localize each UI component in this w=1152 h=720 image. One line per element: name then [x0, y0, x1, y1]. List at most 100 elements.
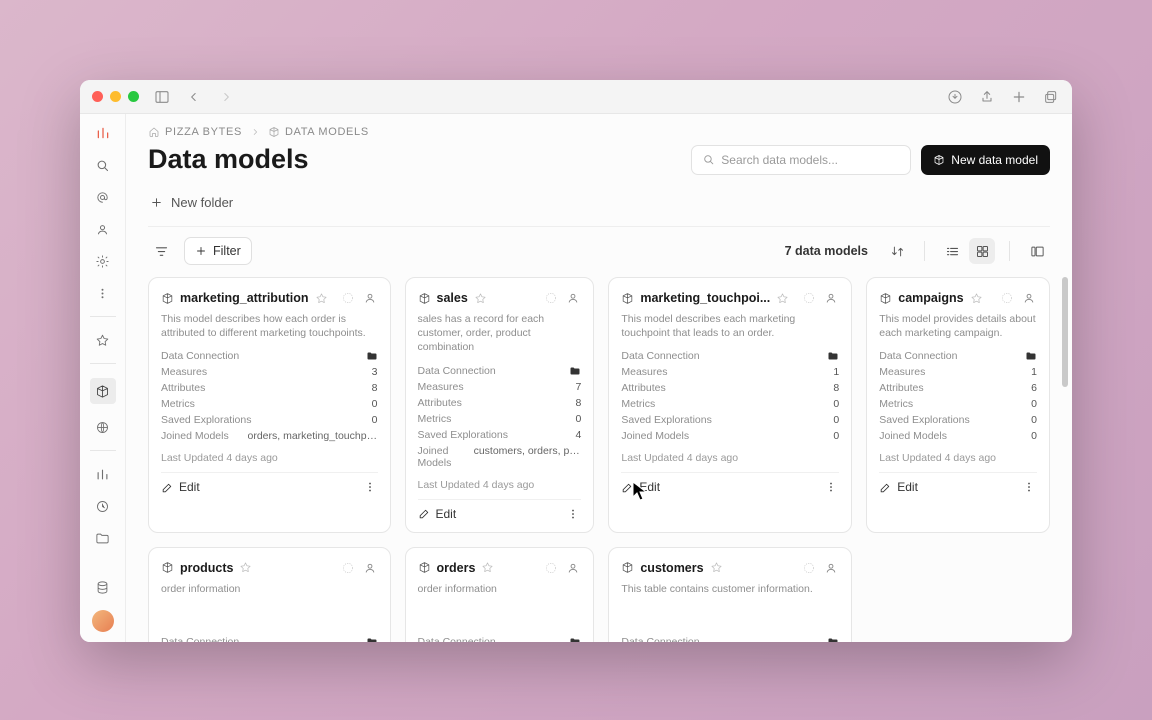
recent-nav-icon[interactable]	[94, 497, 112, 515]
card-menu-button[interactable]	[565, 506, 581, 522]
edit-button[interactable]: Edit	[161, 480, 200, 494]
settings-nav-icon[interactable]	[94, 252, 112, 270]
close-window-button[interactable]	[92, 91, 103, 102]
favorite-button[interactable]	[481, 561, 494, 574]
metrics-label: Metrics	[621, 398, 655, 410]
favorite-button[interactable]	[474, 292, 487, 305]
folder-icon	[827, 636, 839, 642]
model-card[interactable]: marketing_attribution This model describ…	[148, 277, 391, 533]
breadcrumb-section[interactable]: DATA MODELS	[268, 126, 369, 138]
owner-icon[interactable]	[565, 290, 581, 306]
more-nav-icon[interactable]	[94, 284, 112, 302]
measures-label: Measures	[161, 366, 207, 378]
scrollbar[interactable]	[1062, 277, 1068, 642]
card-menu-button[interactable]	[362, 479, 378, 495]
mentions-nav-icon[interactable]	[94, 188, 112, 206]
cube-icon	[879, 292, 892, 305]
edit-button[interactable]: Edit	[879, 480, 918, 494]
user-avatar[interactable]	[92, 610, 114, 632]
people-nav-icon[interactable]	[94, 220, 112, 238]
model-card[interactable]: campaigns This model provides details ab…	[866, 277, 1050, 533]
edit-button[interactable]: Edit	[418, 507, 457, 521]
owner-icon[interactable]	[565, 560, 581, 576]
nav-forward-button[interactable]	[217, 88, 235, 106]
folders-nav-icon[interactable]	[94, 529, 112, 547]
list-view-button[interactable]	[939, 238, 965, 264]
status-icon	[340, 560, 356, 576]
owner-icon[interactable]	[823, 290, 839, 306]
maximize-window-button[interactable]	[128, 91, 139, 102]
measures-value: 1	[1031, 366, 1037, 378]
dataconn-label: Data Connection	[879, 350, 957, 362]
scroll-thumb[interactable]	[1062, 277, 1068, 387]
sort-button[interactable]	[884, 238, 910, 264]
model-card[interactable]: orders order information Data Connection…	[405, 547, 595, 642]
main-content: PIZZA BYTES DATA MODELS Data models Sear…	[126, 114, 1072, 642]
measures-value: 1	[833, 366, 839, 378]
globe-nav-icon[interactable]	[94, 418, 112, 436]
owner-icon[interactable]	[362, 290, 378, 306]
grid-view-button[interactable]	[969, 238, 995, 264]
model-card[interactable]: products order information Data Connecti…	[148, 547, 391, 642]
owner-icon[interactable]	[362, 560, 378, 576]
favorite-button[interactable]	[776, 292, 789, 305]
filter-button[interactable]: Filter	[184, 237, 252, 265]
model-card[interactable]: customers This table contains customer i…	[608, 547, 852, 642]
card-description: This table contains customer information…	[621, 582, 839, 608]
metrics-value: 0	[833, 398, 839, 410]
tabs-button[interactable]	[1042, 88, 1060, 106]
charts-nav-icon[interactable]	[94, 465, 112, 483]
card-description: This model describes each marketing touc…	[621, 312, 839, 340]
status-icon	[801, 560, 817, 576]
card-title: customers	[640, 561, 703, 575]
favorite-button[interactable]	[710, 561, 723, 574]
favorite-button[interactable]	[239, 561, 252, 574]
cube-icon	[161, 292, 174, 305]
joined-label: Joined Models	[621, 430, 689, 442]
data-models-nav-icon[interactable]	[90, 378, 116, 404]
download-button[interactable]	[946, 88, 964, 106]
model-card[interactable]: marketing_touchpoi... This model describ…	[608, 277, 852, 533]
joined-label: Joined Models	[161, 430, 229, 442]
new-tab-button[interactable]	[1010, 88, 1028, 106]
saved-label: Saved Explorations	[161, 414, 251, 426]
cards-grid: marketing_attribution This model describ…	[126, 277, 1072, 642]
owner-icon[interactable]	[823, 560, 839, 576]
attributes-value: 6	[1031, 382, 1037, 394]
owner-icon[interactable]	[1021, 290, 1037, 306]
cube-icon	[161, 561, 174, 574]
status-icon	[340, 290, 356, 306]
edit-icon	[418, 507, 431, 520]
folder-icon	[1025, 350, 1037, 362]
card-menu-button[interactable]	[823, 479, 839, 495]
card-description: This model describes how each order is a…	[161, 312, 378, 340]
status-icon	[543, 560, 559, 576]
favorites-nav-icon[interactable]	[94, 331, 112, 349]
favorite-button[interactable]	[970, 292, 983, 305]
new-data-model-button[interactable]: New data model	[921, 145, 1050, 175]
search-nav-icon[interactable]	[94, 156, 112, 174]
sidebar-toggle-button[interactable]	[153, 88, 171, 106]
saved-label: Saved Explorations	[418, 429, 508, 441]
nav-back-button[interactable]	[185, 88, 203, 106]
saved-label: Saved Explorations	[879, 414, 969, 426]
new-folder-button[interactable]: New folder	[148, 189, 235, 216]
search-input[interactable]: Search data models...	[691, 145, 911, 175]
breadcrumb: PIZZA BYTES DATA MODELS	[126, 114, 1072, 138]
filter-lines-button[interactable]	[148, 238, 174, 264]
favorite-button[interactable]	[315, 292, 328, 305]
database-nav-icon[interactable]	[94, 578, 112, 596]
logo-icon[interactable]	[94, 124, 112, 142]
titlebar	[80, 80, 1072, 114]
card-menu-button[interactable]	[1021, 479, 1037, 495]
breadcrumb-org[interactable]: PIZZA BYTES	[148, 126, 242, 138]
chevron-right-icon	[250, 127, 260, 137]
minimize-window-button[interactable]	[110, 91, 121, 102]
attributes-label: Attributes	[879, 382, 923, 394]
cube-icon	[418, 292, 431, 305]
share-button[interactable]	[978, 88, 996, 106]
cube-icon	[418, 561, 431, 574]
columns-view-button[interactable]	[1024, 238, 1050, 264]
edit-button[interactable]: Edit	[621, 480, 660, 494]
model-card[interactable]: sales sales has a record for each custom…	[405, 277, 595, 533]
